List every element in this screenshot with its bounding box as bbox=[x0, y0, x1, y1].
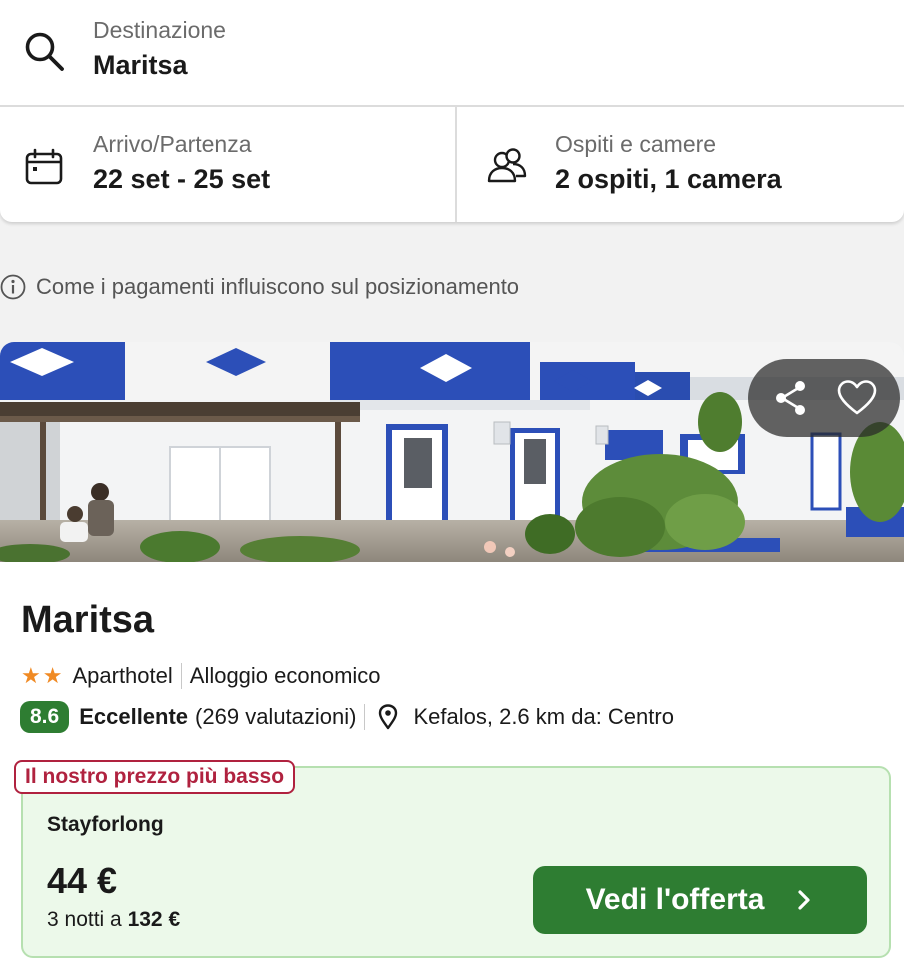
favorite-button[interactable] bbox=[835, 376, 879, 420]
hotel-type: Aparthotel bbox=[72, 663, 173, 688]
destination-value: Maritsa bbox=[93, 50, 188, 80]
payment-ranking-text: Come i pagamenti influiscono sul posizio… bbox=[36, 274, 520, 299]
destination-label: Destinazione bbox=[93, 17, 226, 43]
share-button[interactable] bbox=[769, 376, 813, 420]
guests-label: Ospiti e camere bbox=[555, 131, 717, 157]
best-offer-box[interactable]: Stayforlong 44 € 3 notti a 132 € Vedi l'… bbox=[21, 766, 891, 958]
heart-icon bbox=[837, 380, 877, 415]
hotel-card[interactable]: Maritsa ★ ★ Aparthotel Alloggio economic… bbox=[0, 342, 904, 962]
hotel-name[interactable]: Maritsa bbox=[21, 599, 154, 642]
dates-label: Arrivo/Partenza bbox=[93, 131, 252, 157]
offer-total: 3 notti a 132 € bbox=[47, 908, 180, 932]
review-score-badge: 8.6 bbox=[20, 701, 70, 733]
payment-ranking-link[interactable]: Come i pagamenti influiscono sul posizio… bbox=[0, 272, 519, 302]
hotel-photo[interactable] bbox=[0, 342, 904, 562]
photo-actions bbox=[748, 359, 900, 437]
people-icon bbox=[487, 148, 527, 183]
guests-field[interactable]: Ospiti e camere 2 ospiti, 1 camera bbox=[457, 107, 904, 222]
divider bbox=[180, 663, 182, 689]
star-rating: ★ ★ bbox=[21, 665, 62, 687]
calendar-icon bbox=[25, 148, 63, 185]
view-deal-label: Vedi l'offerta bbox=[585, 883, 765, 916]
map-pin-icon bbox=[379, 704, 398, 730]
search-summary-card: Destinazione Maritsa Arrivo/Partenza 22 … bbox=[0, 0, 904, 222]
rating-row: 8.6 Eccellente (269 valutazioni) Kefalos… bbox=[20, 700, 674, 734]
dates-value: 22 set - 25 set bbox=[93, 164, 271, 194]
star-icon: ★ bbox=[21, 663, 41, 688]
share-icon bbox=[776, 381, 805, 415]
info-icon bbox=[0, 274, 26, 300]
chevron-right-icon bbox=[798, 890, 811, 910]
rating-word: Eccellente bbox=[79, 704, 189, 729]
total-price: 132 € bbox=[127, 908, 181, 931]
star-icon: ★ bbox=[42, 663, 63, 688]
dates-field[interactable]: Arrivo/Partenza 22 set - 25 set bbox=[0, 107, 457, 222]
nights-label: 3 notti a bbox=[47, 908, 122, 931]
lowest-price-tag: Il nostro prezzo più basso bbox=[14, 760, 296, 794]
view-deal-button[interactable]: Vedi l'offerta bbox=[533, 866, 867, 934]
hotel-location: Kefalos, 2.6 km da: Centro bbox=[413, 704, 674, 729]
hotel-type-row: ★ ★ Aparthotel Alloggio economico bbox=[21, 662, 381, 690]
offer-provider: Stayforlong bbox=[47, 813, 164, 836]
search-icon bbox=[25, 32, 64, 71]
review-count[interactable]: (269 valutazioni) bbox=[195, 704, 356, 730]
guests-value: 2 ospiti, 1 camera bbox=[555, 164, 782, 194]
hotel-category: Alloggio economico bbox=[189, 663, 381, 688]
divider bbox=[364, 704, 366, 730]
offer-price: 44 € bbox=[47, 860, 118, 901]
destination-field[interactable]: Destinazione Maritsa bbox=[0, 0, 904, 107]
